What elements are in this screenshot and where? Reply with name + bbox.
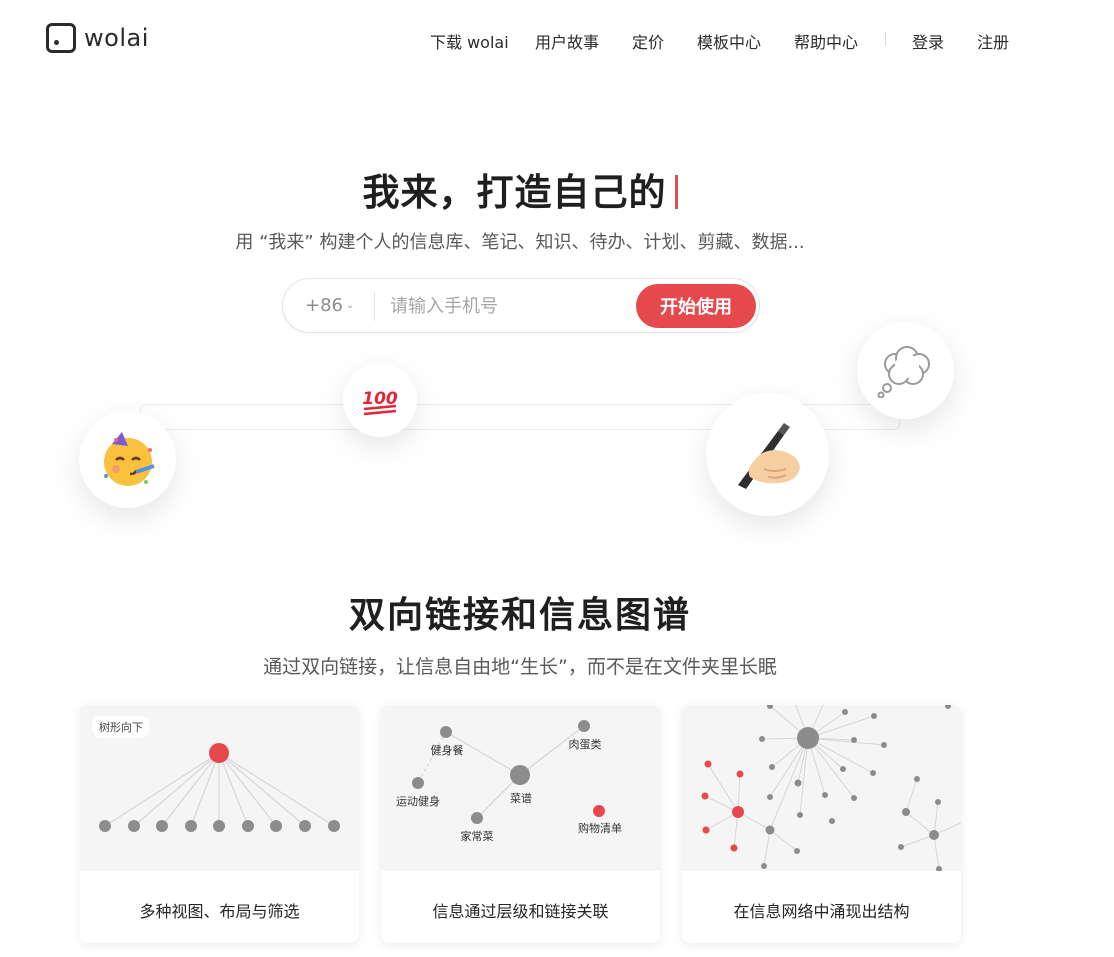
nav-templates[interactable]: 模板中心	[697, 29, 761, 53]
node-label-workout: 运动健身	[396, 794, 440, 808]
register-link[interactable]: 注册	[977, 29, 1009, 53]
network-graph-svg	[701, 705, 961, 872]
country-code-select[interactable]: +86 ⌄	[305, 295, 354, 316]
hero-title: 我来，打造自己的	[0, 162, 1040, 216]
tree-graph-illustration: 树形向下	[80, 705, 359, 871]
feature-card-links: 健身餐 肉蛋类 菜谱 运动健身 家常菜 购物清单 信息通过层级和链接关联	[381, 705, 660, 943]
nav-pricing[interactable]: 定价	[632, 29, 664, 53]
phone-input[interactable]	[390, 292, 630, 321]
hundred-points-bubble: 100	[343, 363, 417, 437]
top-nav: wolai 下载 wolai 用户故事 定价 模板中心 帮助中心 登录 注册	[0, 0, 1114, 78]
feature-card-views: 树形向下 多种视图、布局与筛选	[80, 705, 359, 943]
nav-help[interactable]: 帮助中心	[794, 29, 858, 53]
partying-face-bubble	[79, 411, 176, 508]
section-subtitle: 通过双向链接，让信息自由地“生长”，而不是在文件夹里长眠	[263, 656, 777, 678]
thought-balloon-bubble	[857, 322, 954, 419]
link-graph-svg: 健身餐 肉蛋类 菜谱 运动健身 家常菜 购物清单	[396, 720, 622, 843]
nav-download[interactable]: 下载 wolai	[430, 29, 509, 53]
writing-hand-bubble	[706, 393, 829, 516]
country-code: +86	[305, 295, 343, 316]
partying-face-emoji-icon	[103, 431, 155, 486]
node-label-shopping-list: 购物清单	[578, 821, 622, 835]
node-label-home-dishes: 家常菜	[461, 829, 494, 843]
typing-cursor	[674, 175, 678, 209]
layout-tag[interactable]: 树形向下	[92, 716, 150, 738]
card-caption: 在信息网络中涌现出结构	[733, 902, 910, 921]
signup-divider	[374, 292, 375, 321]
login-link[interactable]: 登录	[912, 29, 944, 53]
writing-hand-emoji-icon	[737, 422, 800, 489]
hundred-points-emoji-icon: 100	[362, 389, 398, 416]
phone-signup-form: +86⌄ 开始使用	[282, 278, 760, 333]
network-graph-illustration	[682, 705, 961, 872]
node-label-meat-eggs: 肉蛋类	[569, 737, 602, 751]
node-label-fitness-meal: 健身餐	[431, 743, 464, 757]
chevron-down-icon: ⌄	[346, 300, 355, 311]
nav-user-stories[interactable]: 用户故事	[535, 29, 599, 53]
nav-divider	[885, 32, 886, 46]
card-caption: 信息通过层级和链接关联	[432, 902, 609, 921]
start-button[interactable]: 开始使用	[636, 284, 756, 328]
hero-subtitle: 用 “我来” 构建个人的信息库、笔记、知识、待办、计划、剪藏、数据...	[235, 232, 805, 253]
node-label-recipes: 菜谱	[510, 791, 532, 805]
nav-menu: 下载 wolai 用户故事 定价 模板中心 帮助中心 登录 注册	[0, 29, 1114, 53]
feature-card-network: 在信息网络中涌现出结构	[682, 705, 961, 943]
card-caption: 多种视图、布局与筛选	[139, 902, 300, 921]
link-graph-illustration: 健身餐 肉蛋类 菜谱 运动健身 家常菜 购物清单	[381, 705, 660, 871]
section-title: 双向链接和信息图谱	[348, 595, 691, 636]
thought-balloon-emoji-icon	[877, 345, 930, 398]
hero-title-text: 我来，打造自己的	[362, 171, 667, 214]
